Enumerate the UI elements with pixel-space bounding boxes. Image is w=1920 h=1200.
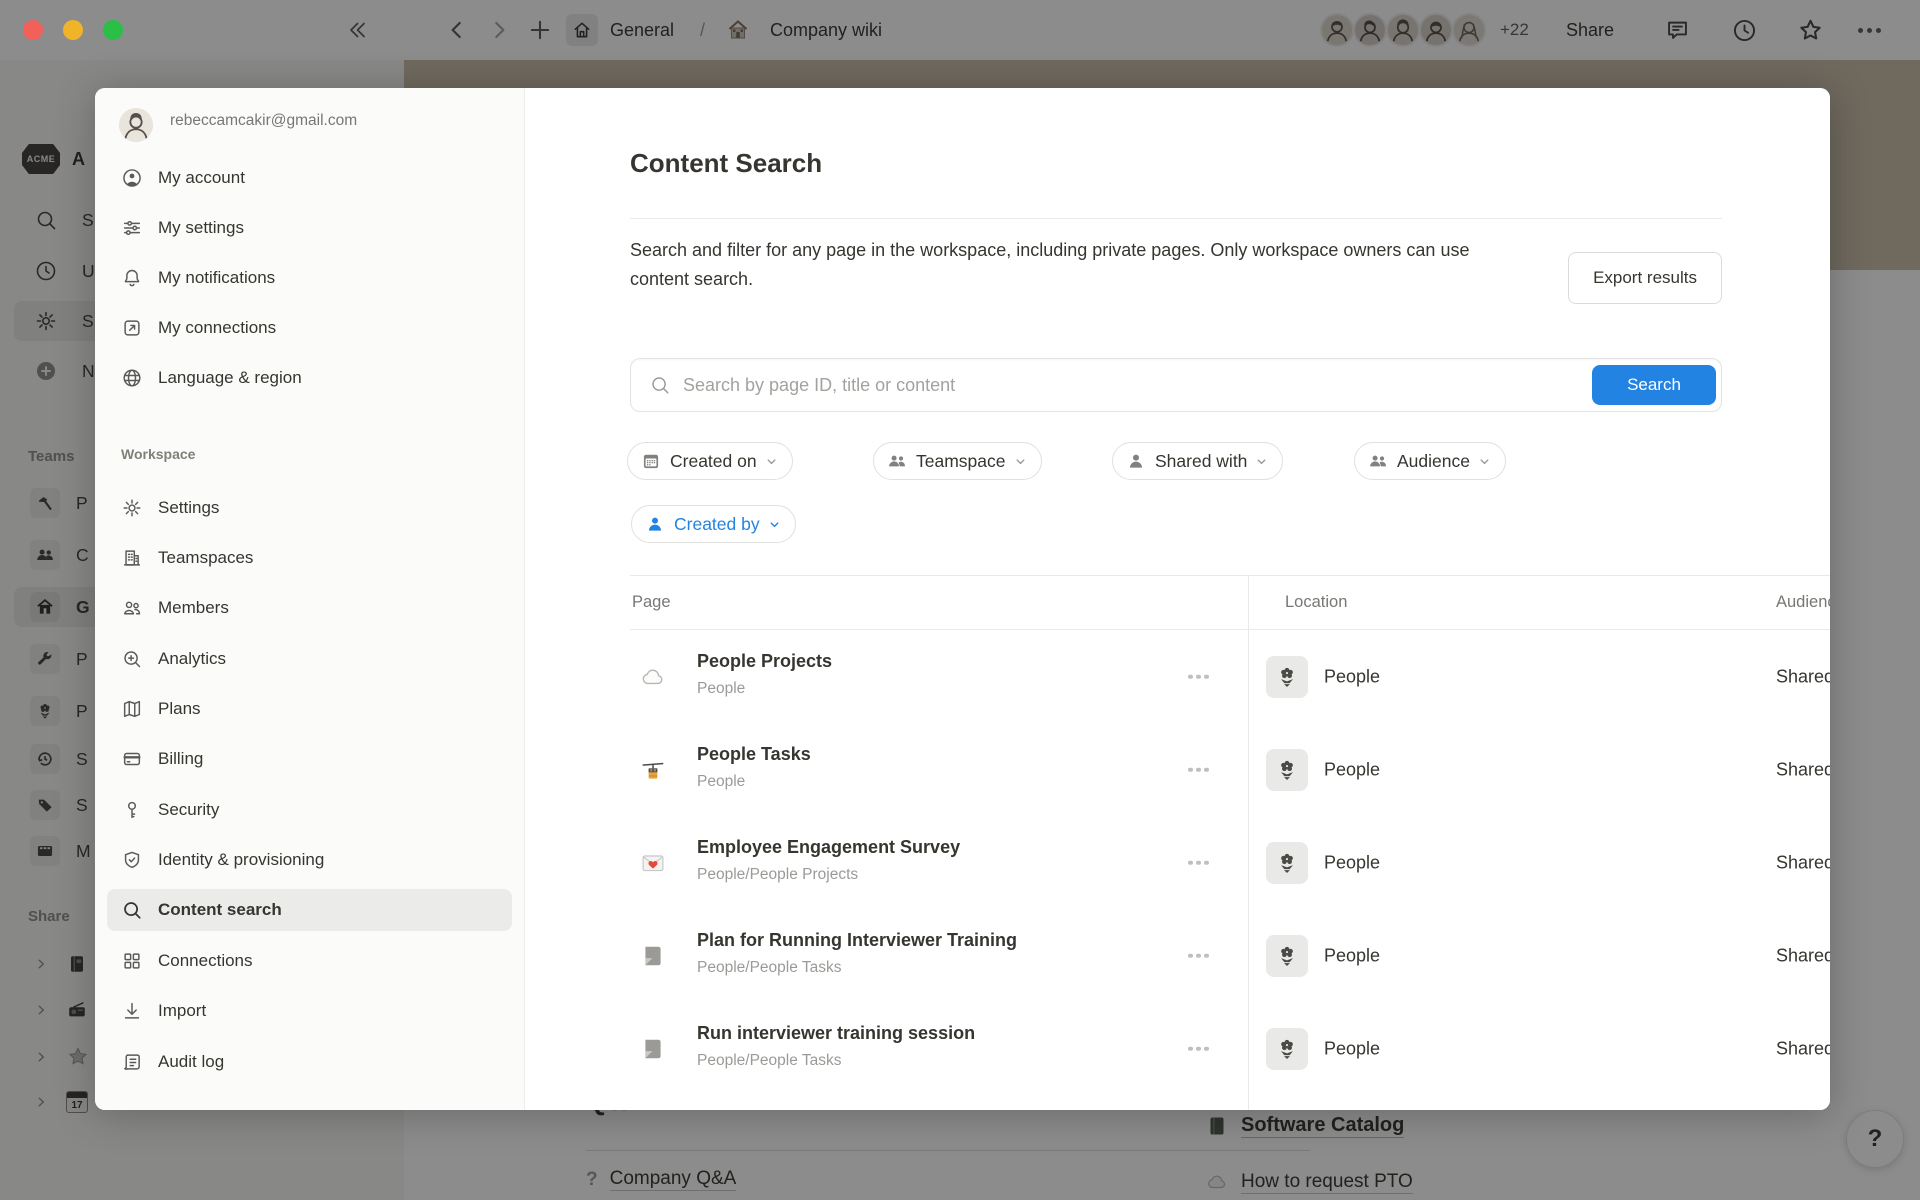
menu-item-my-settings[interactable]: My settings	[107, 207, 512, 249]
close-window-button[interactable]	[23, 20, 43, 40]
menu-item-billing[interactable]: Billing	[107, 738, 512, 780]
content-search-panel: Content Search Search and filter for any…	[525, 88, 1830, 1110]
page-description: Search and filter for any page in the wo…	[630, 236, 1510, 294]
chevron-down-icon	[1255, 455, 1268, 468]
menu-item-plans[interactable]: Plans	[107, 688, 512, 730]
grid-icon	[121, 950, 143, 972]
table-top-border	[630, 575, 1830, 576]
column-header-page: Page	[632, 593, 671, 612]
chevron-down-icon	[1014, 455, 1027, 468]
menu-item-my-account[interactable]: My account	[107, 157, 512, 199]
row-menu-button[interactable]	[1182, 668, 1215, 685]
person-icon	[645, 514, 665, 534]
people-icon	[887, 451, 907, 471]
filter-audience[interactable]: Audience	[1354, 442, 1506, 480]
export-results-button[interactable]: Export results	[1568, 252, 1722, 304]
person-icon	[1126, 451, 1146, 471]
people-teamspace-icon	[1266, 935, 1308, 977]
person-circle-icon	[121, 167, 143, 189]
people-teamspace-icon	[1266, 749, 1308, 791]
row-menu-button[interactable]	[1182, 854, 1215, 871]
filter-created-on[interactable]: Created on	[627, 442, 793, 480]
people-icon	[121, 597, 143, 619]
menu-item-members[interactable]: Members	[107, 587, 512, 629]
chevron-down-icon	[765, 455, 778, 468]
page-icon	[638, 1034, 668, 1064]
app-window: General / Company wiki +22 Share ACME A	[0, 0, 1920, 1200]
content-search-bar	[630, 358, 1722, 412]
table-row[interactable]: Employee Engagement Survey People/People…	[525, 816, 1830, 909]
search-icon	[121, 899, 143, 921]
import-arrow-icon	[121, 1000, 143, 1022]
minimize-window-button[interactable]	[63, 20, 83, 40]
cloud-page-icon	[638, 662, 668, 692]
page-title: Content Search	[630, 148, 822, 179]
people-teamspace-icon	[1266, 1028, 1308, 1070]
menu-item-security[interactable]: Security	[107, 789, 512, 831]
calendar-icon	[641, 451, 661, 471]
column-header-audience: Audience	[1776, 593, 1830, 612]
filter-shared-with[interactable]: Shared with	[1112, 442, 1283, 480]
row-menu-button[interactable]	[1182, 1040, 1215, 1057]
title-divider	[630, 218, 1722, 219]
menu-item-my-connections[interactable]: My connections	[107, 307, 512, 349]
page-icon	[638, 941, 668, 971]
column-header-location: Location	[1285, 593, 1347, 612]
arrow-up-right-box-icon	[121, 317, 143, 339]
key-icon	[121, 799, 143, 821]
table-row[interactable]: Run interviewer training session People/…	[525, 1002, 1830, 1095]
love-letter-page-icon	[638, 848, 668, 878]
settings-modal: rebeccamcakir@gmail.com My account My se…	[95, 88, 1830, 1110]
menu-item-import[interactable]: Import	[107, 990, 512, 1032]
menu-item-identity-provisioning[interactable]: Identity & provisioning	[107, 839, 512, 881]
menu-item-connections[interactable]: Connections	[107, 940, 512, 982]
cable-car-page-icon	[638, 755, 668, 785]
workspace-section-header: Workspace	[121, 446, 195, 462]
menu-item-content-search[interactable]: Content search	[107, 889, 512, 931]
people-teamspace-icon	[1266, 656, 1308, 698]
menu-item-settings[interactable]: Settings	[107, 487, 512, 529]
menu-item-language-region[interactable]: Language & region	[107, 357, 512, 399]
scroll-icon	[121, 1051, 143, 1073]
gear-icon	[121, 497, 143, 519]
people-teamspace-icon	[1266, 842, 1308, 884]
map-icon	[121, 698, 143, 720]
account-avatar	[119, 108, 153, 142]
shield-check-icon	[121, 849, 143, 871]
row-menu-button[interactable]	[1182, 947, 1215, 964]
chevron-down-icon	[768, 518, 781, 531]
search-button[interactable]: Search	[1592, 365, 1716, 405]
filter-teamspace[interactable]: Teamspace	[873, 442, 1042, 480]
table-row[interactable]: People Tasks People People Shared	[525, 723, 1830, 816]
menu-item-audit-log[interactable]: Audit log	[107, 1041, 512, 1083]
search-icon	[649, 374, 671, 396]
menu-item-teamspaces[interactable]: Teamspaces	[107, 537, 512, 579]
chevron-down-icon	[1478, 455, 1491, 468]
zoom-window-button[interactable]	[103, 20, 123, 40]
settings-menu: rebeccamcakir@gmail.com My account My se…	[95, 88, 525, 1110]
row-menu-button[interactable]	[1182, 761, 1215, 778]
people-icon	[1368, 451, 1388, 471]
table-row[interactable]: Plan for Running Interviewer Training Pe…	[525, 909, 1830, 1002]
filter-created-by-active[interactable]: Created by	[631, 505, 796, 543]
menu-item-analytics[interactable]: Analytics	[107, 638, 512, 680]
account-email: rebeccamcakir@gmail.com	[170, 112, 357, 130]
building-icon	[121, 547, 143, 569]
bell-icon	[121, 267, 143, 289]
menu-item-my-notifications[interactable]: My notifications	[107, 257, 512, 299]
search-input[interactable]	[683, 375, 1721, 396]
globe-icon	[121, 367, 143, 389]
sliders-icon	[121, 217, 143, 239]
credit-card-icon	[121, 748, 143, 770]
magnifier-plus-icon	[121, 648, 143, 670]
table-row[interactable]: People Projects People People Shared	[525, 630, 1830, 723]
